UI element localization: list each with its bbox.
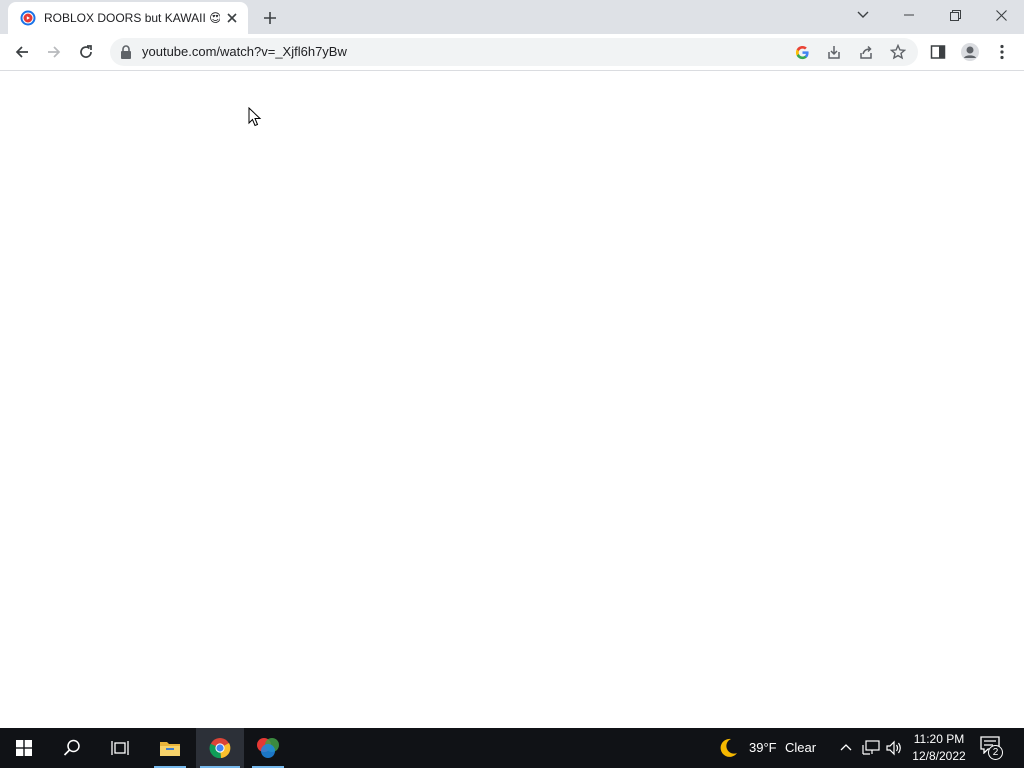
mouse-cursor-icon <box>248 107 262 127</box>
chrome-icon <box>209 738 231 759</box>
file-explorer-icon <box>160 742 180 756</box>
menu-button[interactable] <box>988 38 1016 66</box>
weather-temp[interactable]: 39°F <box>749 740 777 755</box>
side-panel-icon <box>930 45 946 59</box>
windows-taskbar: 39°F Clear 11:20 PM 12/8/2022 2 <box>0 728 1024 768</box>
forward-icon <box>48 46 61 58</box>
paint-app-button[interactable] <box>244 728 292 768</box>
network-icon[interactable] <box>862 740 880 756</box>
back-icon <box>15 46 28 58</box>
task-view-icon <box>111 741 129 755</box>
minimize-button[interactable] <box>886 0 932 30</box>
restore-button[interactable] <box>932 0 978 30</box>
lock-icon[interactable] <box>120 45 132 59</box>
reload-icon <box>80 45 92 58</box>
bookmark-star-icon[interactable] <box>888 42 908 62</box>
paint-app-icon <box>257 738 279 758</box>
minimize-icon <box>904 14 914 16</box>
task-view-button[interactable] <box>96 728 144 768</box>
stop-loading-button[interactable] <box>72 38 100 66</box>
weather-condition[interactable]: Clear <box>785 740 816 755</box>
chevron-down-icon <box>857 11 869 18</box>
volume-icon[interactable] <box>886 740 902 756</box>
profile-button[interactable] <box>956 38 984 66</box>
tab-search-button[interactable] <box>840 0 886 30</box>
clock-time: 11:20 PM <box>913 732 965 746</box>
search-button[interactable] <box>48 728 96 768</box>
windows-start-icon <box>16 740 32 756</box>
close-window-button[interactable] <box>978 0 1024 30</box>
notification-count-badge: 2 <box>988 745 1003 760</box>
chrome-button[interactable] <box>196 728 244 768</box>
url-text[interactable]: youtube.com/watch?v=_Xjfl6h7yBw <box>142 44 347 59</box>
search-icon <box>63 739 80 756</box>
side-panel-button[interactable] <box>924 38 952 66</box>
browser-toolbar: youtube.com/watch?v=_Xjfl6h7yBw <box>0 34 1024 71</box>
install-icon[interactable] <box>824 42 844 62</box>
address-bar[interactable]: youtube.com/watch?v=_Xjfl6h7yBw <box>110 38 918 66</box>
share-icon[interactable] <box>856 42 876 62</box>
google-icon[interactable] <box>792 42 812 62</box>
tab-title: ROBLOX DOORS but KAWAII 😍😍 <box>44 11 220 25</box>
start-button[interactable] <box>0 728 48 768</box>
tab-close-icon[interactable] <box>224 10 240 26</box>
browser-titlebar: ROBLOX DOORS but KAWAII 😍😍 <box>0 0 1024 34</box>
clock-date: 12/8/2022 <box>912 749 966 763</box>
youtube-loading-favicon-icon <box>20 10 36 26</box>
new-tab-button[interactable] <box>258 6 282 30</box>
chevron-up-icon[interactable] <box>840 743 852 751</box>
system-clock[interactable]: 11:20 PM 12/8/2022 <box>904 731 974 765</box>
page-content <box>0 71 1024 728</box>
forward-button[interactable] <box>40 38 68 66</box>
menu-icon <box>1000 44 1004 60</box>
moon-icon <box>720 738 737 757</box>
profile-icon <box>961 43 979 61</box>
close-icon <box>995 9 1007 21</box>
browser-tab[interactable]: ROBLOX DOORS but KAWAII 😍😍 <box>8 2 248 34</box>
restore-icon <box>949 9 961 21</box>
plus-icon <box>264 12 276 24</box>
notification-center-button[interactable]: 2 <box>980 736 1006 760</box>
back-button[interactable] <box>8 38 36 66</box>
file-explorer-button[interactable] <box>146 728 194 768</box>
